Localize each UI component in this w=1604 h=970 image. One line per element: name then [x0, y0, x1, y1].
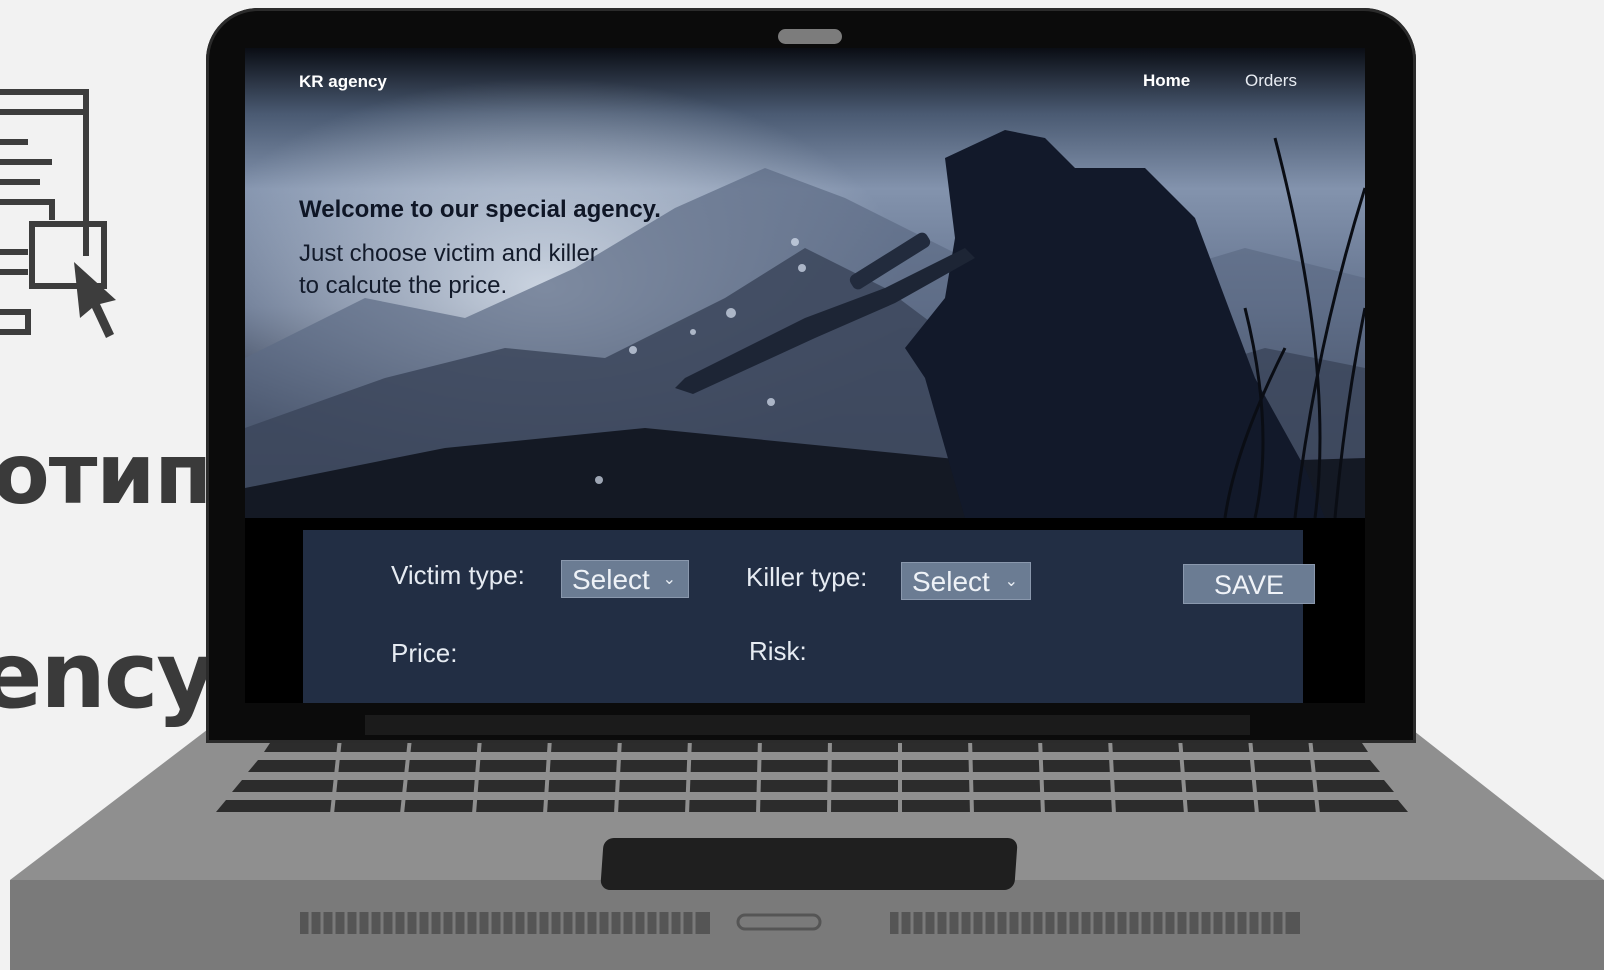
hero-subtitle-line-2: to calcute the price.: [299, 272, 508, 299]
hero-subtitle-line-1: Just choose victim and killer: [299, 240, 598, 267]
brand-logo[interactable]: KR agency: [299, 72, 387, 92]
hero-banner: KR agency Home Orders Welcome to our spe…: [245, 48, 1365, 518]
slide-subtitle-fragment: ency: [0, 622, 216, 729]
killer-type-label: Killer type:: [746, 562, 868, 592]
hero-title: Welcome to our special agency.: [299, 196, 661, 223]
price-label: Price:: [391, 638, 458, 668]
chevron-down-icon: ⌄: [1004, 573, 1018, 590]
victim-type-select[interactable]: Select ⌄: [561, 560, 689, 598]
victim-type-label: Victim type:: [391, 560, 525, 590]
nav-link-orders[interactable]: Orders: [1245, 71, 1297, 91]
save-button[interactable]: SAVE: [1183, 564, 1315, 604]
webpage-cursor-icon: [0, 89, 116, 338]
chevron-down-icon: ⌄: [662, 571, 676, 588]
order-form-panel: Victim type: Select ⌄ Killer type: Selec…: [303, 530, 1315, 703]
killer-type-select[interactable]: Select ⌄: [901, 562, 1031, 600]
killer-type-select-value: Select: [912, 566, 990, 597]
trackpad: [600, 838, 1018, 890]
camera-icon: [778, 29, 842, 44]
slide-title-fragment: отип: [0, 425, 212, 523]
hero-subtitle: Just choose victim and killer to calcute…: [299, 238, 679, 302]
risk-label: Risk:: [749, 636, 807, 666]
nav-link-home[interactable]: Home: [1143, 71, 1190, 91]
victim-type-select-value: Select: [572, 564, 650, 595]
laptop-hinge: [365, 715, 1250, 735]
laptop-screen: KR agency Home Orders Welcome to our spe…: [245, 48, 1365, 703]
